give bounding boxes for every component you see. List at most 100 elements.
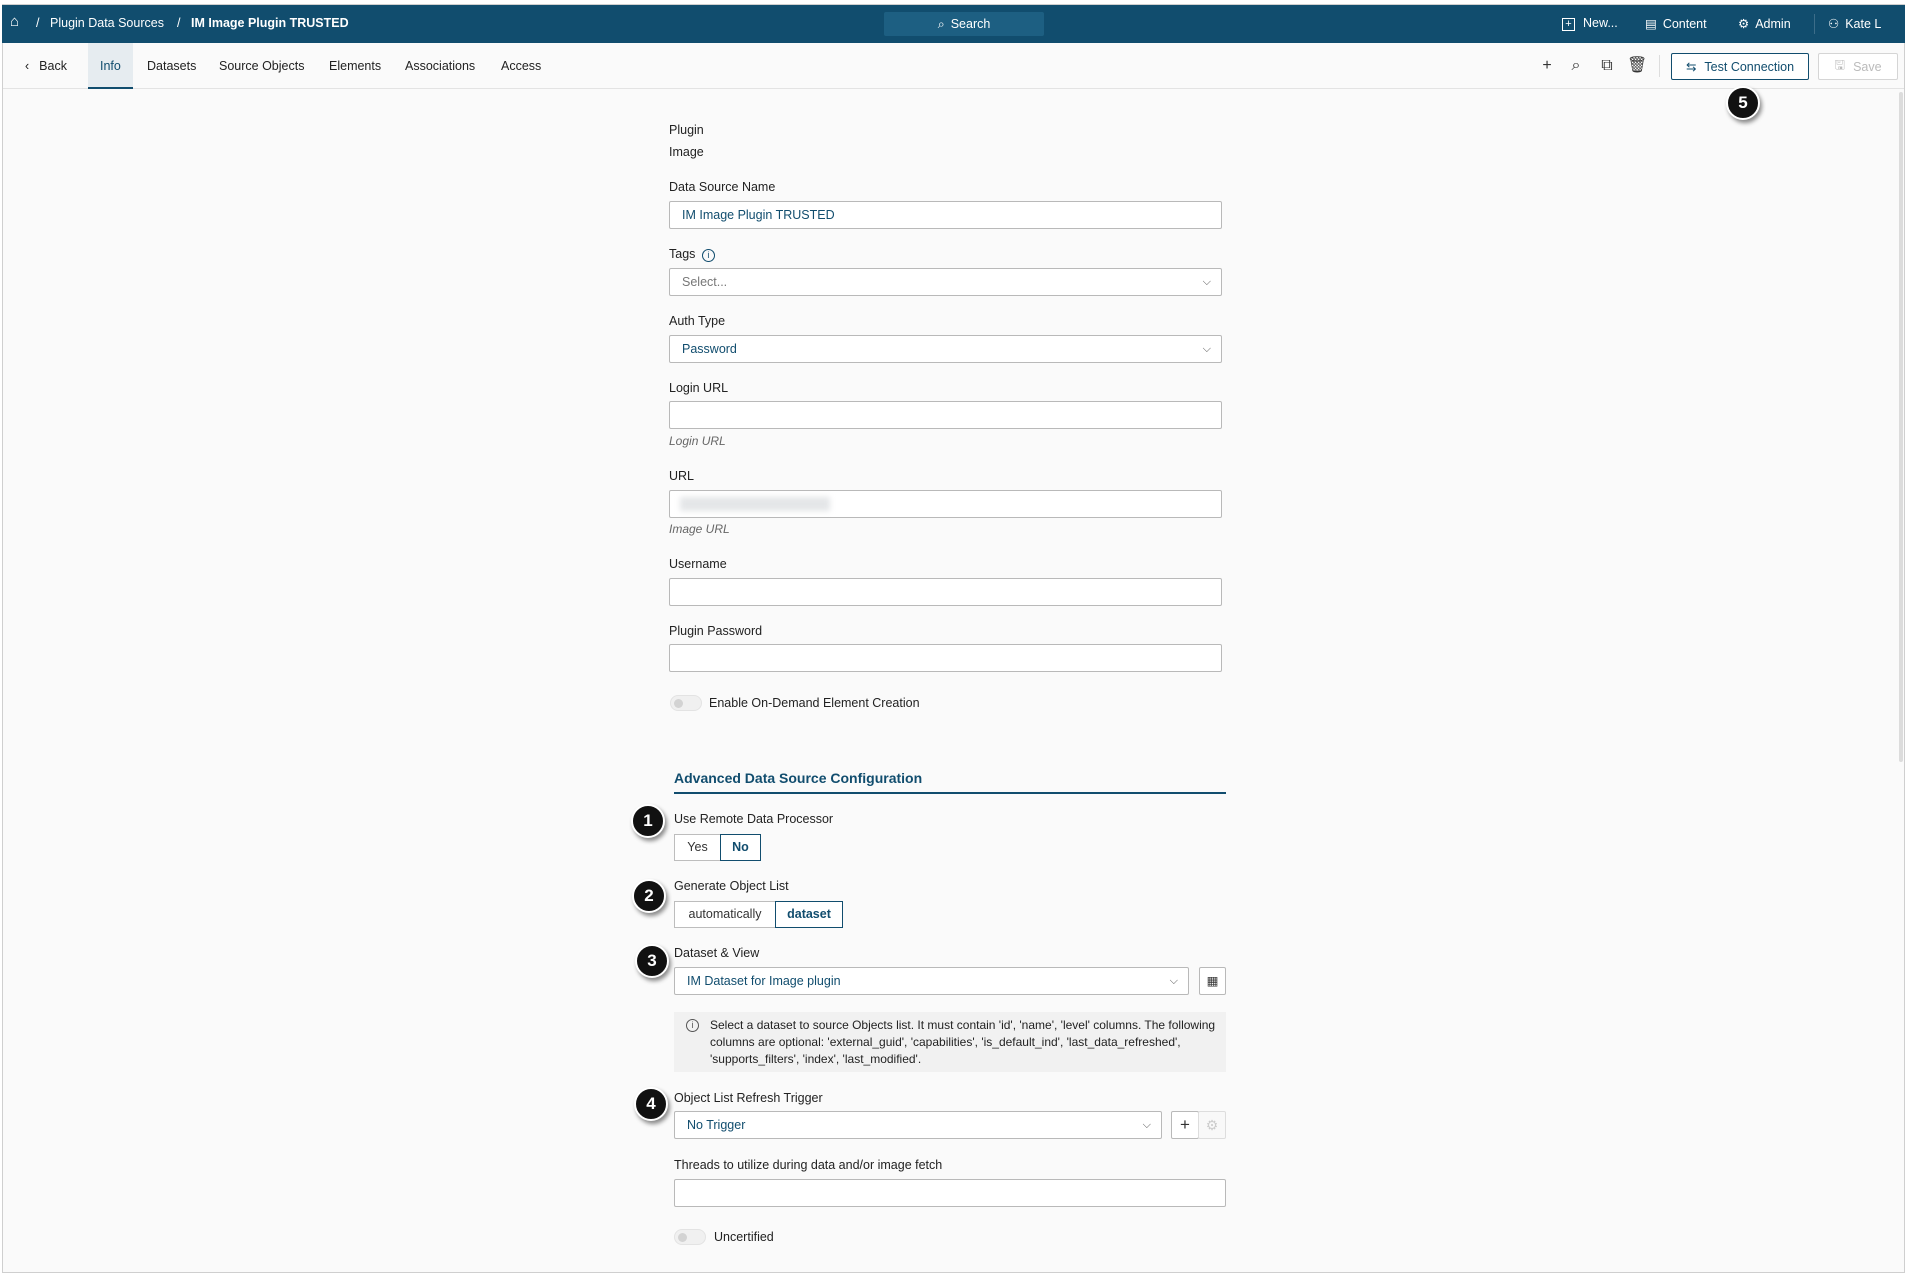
test-connection-button[interactable]: ⇆ Test Connection	[1671, 53, 1809, 80]
callout-badge-3: 3	[635, 944, 669, 978]
gear-icon: ⚙	[1738, 17, 1750, 31]
save-icon: 🖫	[1834, 58, 1846, 72]
remote-yes-option[interactable]: Yes	[674, 834, 721, 861]
scrollbar[interactable]	[1899, 92, 1903, 762]
add-icon[interactable]: +	[1538, 57, 1556, 75]
tab-access[interactable]: Access	[489, 43, 553, 89]
back-button[interactable]: ‹ Back	[13, 43, 79, 89]
dataset-info-text: Select a dataset to source Objects list.…	[710, 1018, 1216, 1066]
username-label: Username	[669, 557, 727, 571]
tags-select[interactable]: Select... ⌵	[669, 268, 1222, 296]
copy-icon[interactable]: ⧉	[1598, 57, 1616, 75]
divider	[1814, 14, 1815, 34]
content-icon: ▤	[1645, 17, 1657, 31]
plugin-password-label: Plugin Password	[669, 624, 763, 638]
content-button[interactable]: ▤ Content	[1645, 16, 1707, 31]
plugin-password-input[interactable]	[669, 644, 1222, 672]
callout-badge-4: 4	[634, 1087, 668, 1121]
login-url-input[interactable]	[669, 401, 1222, 429]
admin-label: Admin	[1755, 17, 1791, 31]
breadcrumb-plugin-data-sources[interactable]: Plugin Data Sources	[50, 16, 164, 30]
callout-badge-1: 1	[631, 804, 665, 838]
uncertified-toggle[interactable]	[674, 1229, 706, 1245]
advanced-section-title: Advanced Data Source Configuration	[674, 770, 923, 786]
add-trigger-button[interactable]: +	[1171, 1111, 1199, 1139]
remote-processor-label: Use Remote Data Processor	[674, 812, 834, 826]
callout-badge-2: 2	[632, 879, 666, 913]
page-frame	[2, 4, 1905, 1273]
callout-badge-5: 5	[1726, 86, 1760, 120]
trigger-settings-button[interactable]: ⚙	[1198, 1111, 1226, 1139]
back-label: Back	[39, 59, 67, 73]
refresh-trigger-label: Object List Refresh Trigger	[674, 1091, 823, 1105]
plus-square-icon: +	[1562, 18, 1575, 31]
dataset-view-label: Dataset & View	[674, 946, 760, 960]
auth-type-label: Auth Type	[669, 314, 726, 328]
save-label: Save	[1853, 59, 1882, 74]
on-demand-toggle[interactable]	[670, 695, 702, 711]
dataset-view-select[interactable]: IM Dataset for Image plugin ⌵	[674, 967, 1189, 995]
tab-bar: ‹ Back Info Datasets Source Objects Eleme…	[3, 43, 1904, 89]
breadcrumb-current: IM Image Plugin TRUSTED	[191, 16, 349, 30]
tab-elements[interactable]: Elements	[317, 43, 393, 89]
divider	[1659, 55, 1660, 77]
auth-type-select[interactable]: Password ⌵	[669, 335, 1222, 363]
user-icon: ⚇	[1828, 17, 1840, 31]
remote-no-option[interactable]: No	[720, 834, 761, 861]
tags-label-text: Tags	[669, 247, 696, 261]
user-label: Kate L	[1845, 17, 1882, 31]
redacted-url	[680, 497, 830, 511]
admin-button[interactable]: ⚙ Admin	[1738, 16, 1791, 31]
username-input[interactable]	[669, 578, 1222, 606]
search-icon: ⌕	[937, 16, 945, 31]
tags-placeholder: Select...	[682, 275, 728, 289]
tags-label: Tags i	[669, 247, 715, 262]
chevron-down-icon: ⌵	[1169, 975, 1178, 987]
search-icon[interactable]: ⌕	[1567, 57, 1585, 75]
new-button[interactable]: + New...	[1562, 16, 1618, 31]
content-label: Content	[1662, 17, 1707, 31]
trash-icon[interactable]: 🗑	[1627, 57, 1647, 75]
info-icon[interactable]: i	[701, 249, 715, 262]
plugin-value: Image	[669, 145, 704, 159]
info-circle-icon: i	[686, 1019, 699, 1032]
refresh-trigger-select[interactable]: No Trigger ⌵	[674, 1111, 1162, 1139]
home-icon[interactable]: ⌂	[10, 13, 19, 30]
refresh-trigger-value: No Trigger	[687, 1118, 746, 1132]
new-label: New...	[1583, 16, 1618, 30]
tab-datasets[interactable]: Datasets	[135, 43, 208, 89]
chevron-down-icon: ⌵	[1202, 343, 1211, 355]
top-nav-bar: ⌂ / Plugin Data Sources / IM Image Plugi…	[2, 5, 1905, 43]
tab-info[interactable]: Info	[88, 43, 133, 89]
dataset-view-value: IM Dataset for Image plugin	[687, 974, 841, 988]
save-button[interactable]: 🖫 Save	[1818, 53, 1898, 80]
login-url-hint: Login URL	[669, 434, 726, 448]
plus-icon: +	[1180, 1115, 1190, 1134]
dataset-view-table-button[interactable]: ▦	[1199, 967, 1226, 995]
search-label: Search	[950, 17, 991, 31]
plugin-label: Plugin	[669, 123, 704, 137]
generate-dataset-option[interactable]: dataset	[775, 901, 843, 928]
gear-icon: ⚙	[1205, 1117, 1219, 1133]
url-label: URL	[669, 469, 695, 483]
test-connection-label: Test Connection	[1704, 59, 1795, 74]
auth-type-value: Password	[682, 342, 737, 356]
generate-automatically-option[interactable]: automatically	[674, 901, 776, 928]
on-demand-label: Enable On-Demand Element Creation	[709, 696, 920, 710]
data-source-name-label: Data Source Name	[669, 180, 776, 194]
tab-source-objects[interactable]: Source Objects	[207, 43, 316, 89]
chevron-left-icon: ‹	[25, 59, 30, 73]
user-menu[interactable]: ⚇ Kate L	[1828, 16, 1881, 31]
chevron-down-icon: ⌵	[1142, 1119, 1151, 1131]
search-button[interactable]: ⌕ Search	[884, 12, 1044, 36]
chevron-down-icon: ⌵	[1202, 276, 1211, 288]
url-hint: Image URL	[669, 522, 730, 536]
data-source-name-input[interactable]: IM Image Plugin TRUSTED	[669, 201, 1222, 229]
threads-input[interactable]	[674, 1179, 1226, 1207]
table-icon: ▦	[1206, 974, 1219, 988]
swap-arrows-icon: ⇆	[1685, 60, 1697, 74]
tab-associations[interactable]: Associations	[393, 43, 487, 89]
breadcrumb-separator: /	[36, 16, 40, 30]
url-input[interactable]	[669, 490, 1222, 518]
login-url-label: Login URL	[669, 381, 729, 395]
